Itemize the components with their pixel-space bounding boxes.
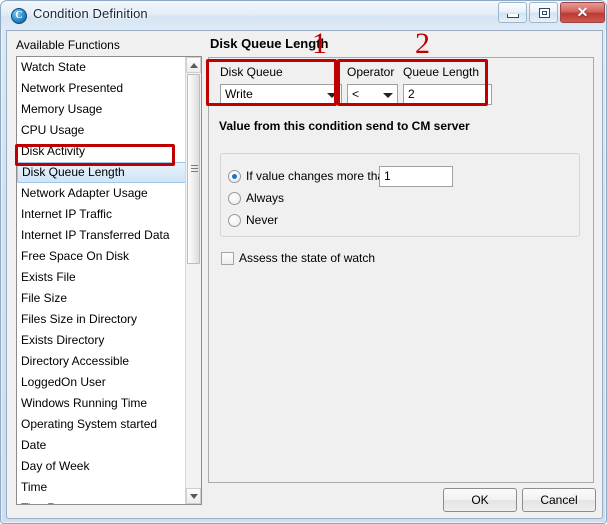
available-functions-listbox[interactable]: Watch State Network Presented Memory Usage… [16,56,202,505]
list-item[interactable]: Time [17,477,186,498]
ok-button[interactable]: OK [443,488,517,512]
title-bar: C Condition Definition ✕ [1,1,606,30]
radio-icon [228,214,241,227]
list-item[interactable]: TimeRange [17,498,186,504]
checkbox-icon [221,252,234,265]
disk-queue-value: Write [225,87,253,101]
window-title: Condition Definition [33,6,148,21]
function-list: Watch State Network Presented Memory Usage… [17,57,186,504]
restore-button[interactable] [529,2,558,23]
screenshot-root: C Condition Definition ✕ Available Funct… [0,0,607,524]
queue-length-input[interactable]: 2 [403,84,492,105]
annotation-number-1: 1 [312,27,327,60]
window-controls: ✕ [496,2,605,23]
client-area: Available Functions Watch State Network P… [6,30,603,519]
list-item[interactable]: LoggedOn User [17,372,186,393]
restore-icon [539,8,550,18]
list-item[interactable]: Internet IP Traffic [17,204,186,225]
threshold-value: 1 [384,169,391,183]
list-item[interactable]: Disk Queue Length [17,162,186,183]
available-functions-label: Available Functions [16,38,120,52]
annotation-number-2: 2 [415,27,430,60]
list-item[interactable]: Directory Accessible [17,351,186,372]
radio-label: Never [246,213,279,227]
close-button[interactable]: ✕ [560,2,605,23]
app-circle-icon: C [11,8,27,24]
radio-icon [228,192,241,205]
operator-select[interactable]: < [347,84,398,105]
disk-queue-label: Disk Queue [220,65,283,79]
scroll-up-button[interactable] [186,57,201,73]
chevron-down-icon [383,93,393,98]
list-item[interactable]: Exists File [17,267,186,288]
list-item[interactable]: Memory Usage [17,99,186,120]
cancel-button[interactable]: Cancel [522,488,596,512]
scroll-down-button[interactable] [186,488,201,504]
radio-label: If value changes more than [246,169,391,183]
list-item[interactable]: Day of Week [17,456,186,477]
list-item[interactable]: Exists Directory [17,330,186,351]
list-item[interactable]: Network Adapter Usage [17,183,186,204]
minimize-icon [507,14,519,18]
list-item[interactable]: Windows Running Time [17,393,186,414]
grip-icon [191,165,198,173]
close-icon: ✕ [576,4,589,20]
chevron-down-icon [327,93,337,98]
list-item[interactable]: File Size [17,288,186,309]
list-item[interactable]: CPU Usage [17,120,186,141]
list-item[interactable]: Files Size in Directory [17,309,186,330]
radio-label: Always [246,191,285,205]
minimize-button[interactable] [498,2,527,23]
list-item[interactable]: Internet IP Transferred Data [17,225,186,246]
operator-value: < [352,87,360,101]
list-item[interactable]: Disk Activity [17,141,186,162]
list-scrollbar[interactable] [185,57,201,504]
disk-queue-select[interactable]: Write [220,84,342,105]
chevron-down-icon [190,494,198,499]
operator-label: Operator [347,65,395,79]
list-item[interactable]: Free Space On Disk [17,246,186,267]
threshold-input[interactable]: 1 [379,166,453,187]
radio-icon [228,170,241,183]
list-item[interactable]: Operating System started [17,414,186,435]
queue-length-label: Queue Length [403,65,480,79]
queue-length-value: 2 [408,87,415,101]
assess-state-label: Assess the state of watch [239,251,376,265]
scrollbar-thumb[interactable] [187,74,200,264]
condition-definition-window: C Condition Definition ✕ Available Funct… [0,0,607,524]
list-item[interactable]: Date [17,435,186,456]
page-title: Disk Queue Length [210,36,329,51]
cm-server-legend: Value from this condition send to CM ser… [216,119,473,133]
chevron-up-icon [190,63,198,68]
list-item[interactable]: Watch State [17,57,186,78]
list-item[interactable]: Network Presented [17,78,186,99]
